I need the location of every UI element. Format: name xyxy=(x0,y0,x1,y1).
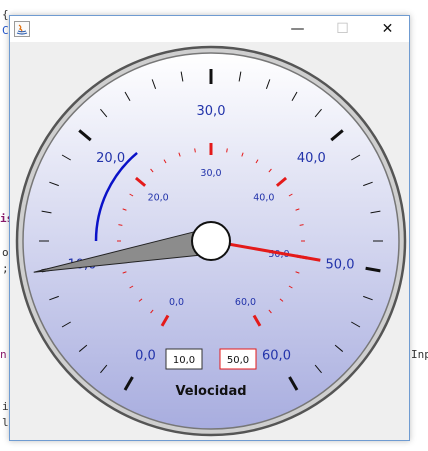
java-app-icon xyxy=(14,21,30,37)
close-button[interactable]: ✕ xyxy=(365,16,410,42)
background-code-fragment: C xyxy=(2,24,9,37)
needle-hub xyxy=(191,221,231,261)
background-code-fragment: o xyxy=(2,246,9,259)
inner-scale-label: 20,0 xyxy=(148,193,169,204)
value-readout: 10,0 xyxy=(173,355,195,366)
background-code-fragment: ; xyxy=(2,262,9,275)
inner-scale-label: 60,0 xyxy=(235,297,256,308)
value-readout-box: 10,0 xyxy=(165,348,203,370)
background-code-fragment: i xyxy=(2,400,9,413)
outer-scale-label: 40,0 xyxy=(297,151,326,166)
background-code-fragment: l xyxy=(2,416,9,429)
outer-scale-label: 30,0 xyxy=(197,104,226,119)
background-code-fragment: n xyxy=(0,348,7,361)
limit-readout-box: 50,0 xyxy=(219,348,257,370)
background-code-fragment: Inp xyxy=(411,348,428,361)
inner-scale-label: 0,0 xyxy=(169,297,184,308)
inner-minor-tick xyxy=(194,148,196,153)
inner-minor-tick xyxy=(226,148,228,153)
inner-scale-label: 30,0 xyxy=(200,168,221,179)
title-bar[interactable]: — ☐ ✕ xyxy=(10,16,409,42)
outer-scale-label: 0,0 xyxy=(135,348,156,363)
background-code-fragment: { xyxy=(2,8,9,21)
inner-minor-tick xyxy=(299,224,304,226)
limit-readout: 50,0 xyxy=(227,355,249,366)
outer-scale-label: 60,0 xyxy=(262,348,291,363)
gauge-title: Velocidad xyxy=(175,384,246,399)
outer-scale-label: 50,0 xyxy=(326,258,355,273)
inner-scale-label: 40,0 xyxy=(253,193,274,204)
maximize-button[interactable]: ☐ xyxy=(320,16,365,42)
gauge-window: — ☐ ✕ 0,010,020,030,040,050,060,0 0,010,… xyxy=(9,15,410,441)
outer-scale-label: 20,0 xyxy=(96,151,125,166)
inner-minor-tick xyxy=(118,224,123,226)
minimize-button[interactable]: — xyxy=(275,16,320,42)
speed-gauge: 0,010,020,030,040,050,060,0 0,010,020,03… xyxy=(15,45,407,437)
